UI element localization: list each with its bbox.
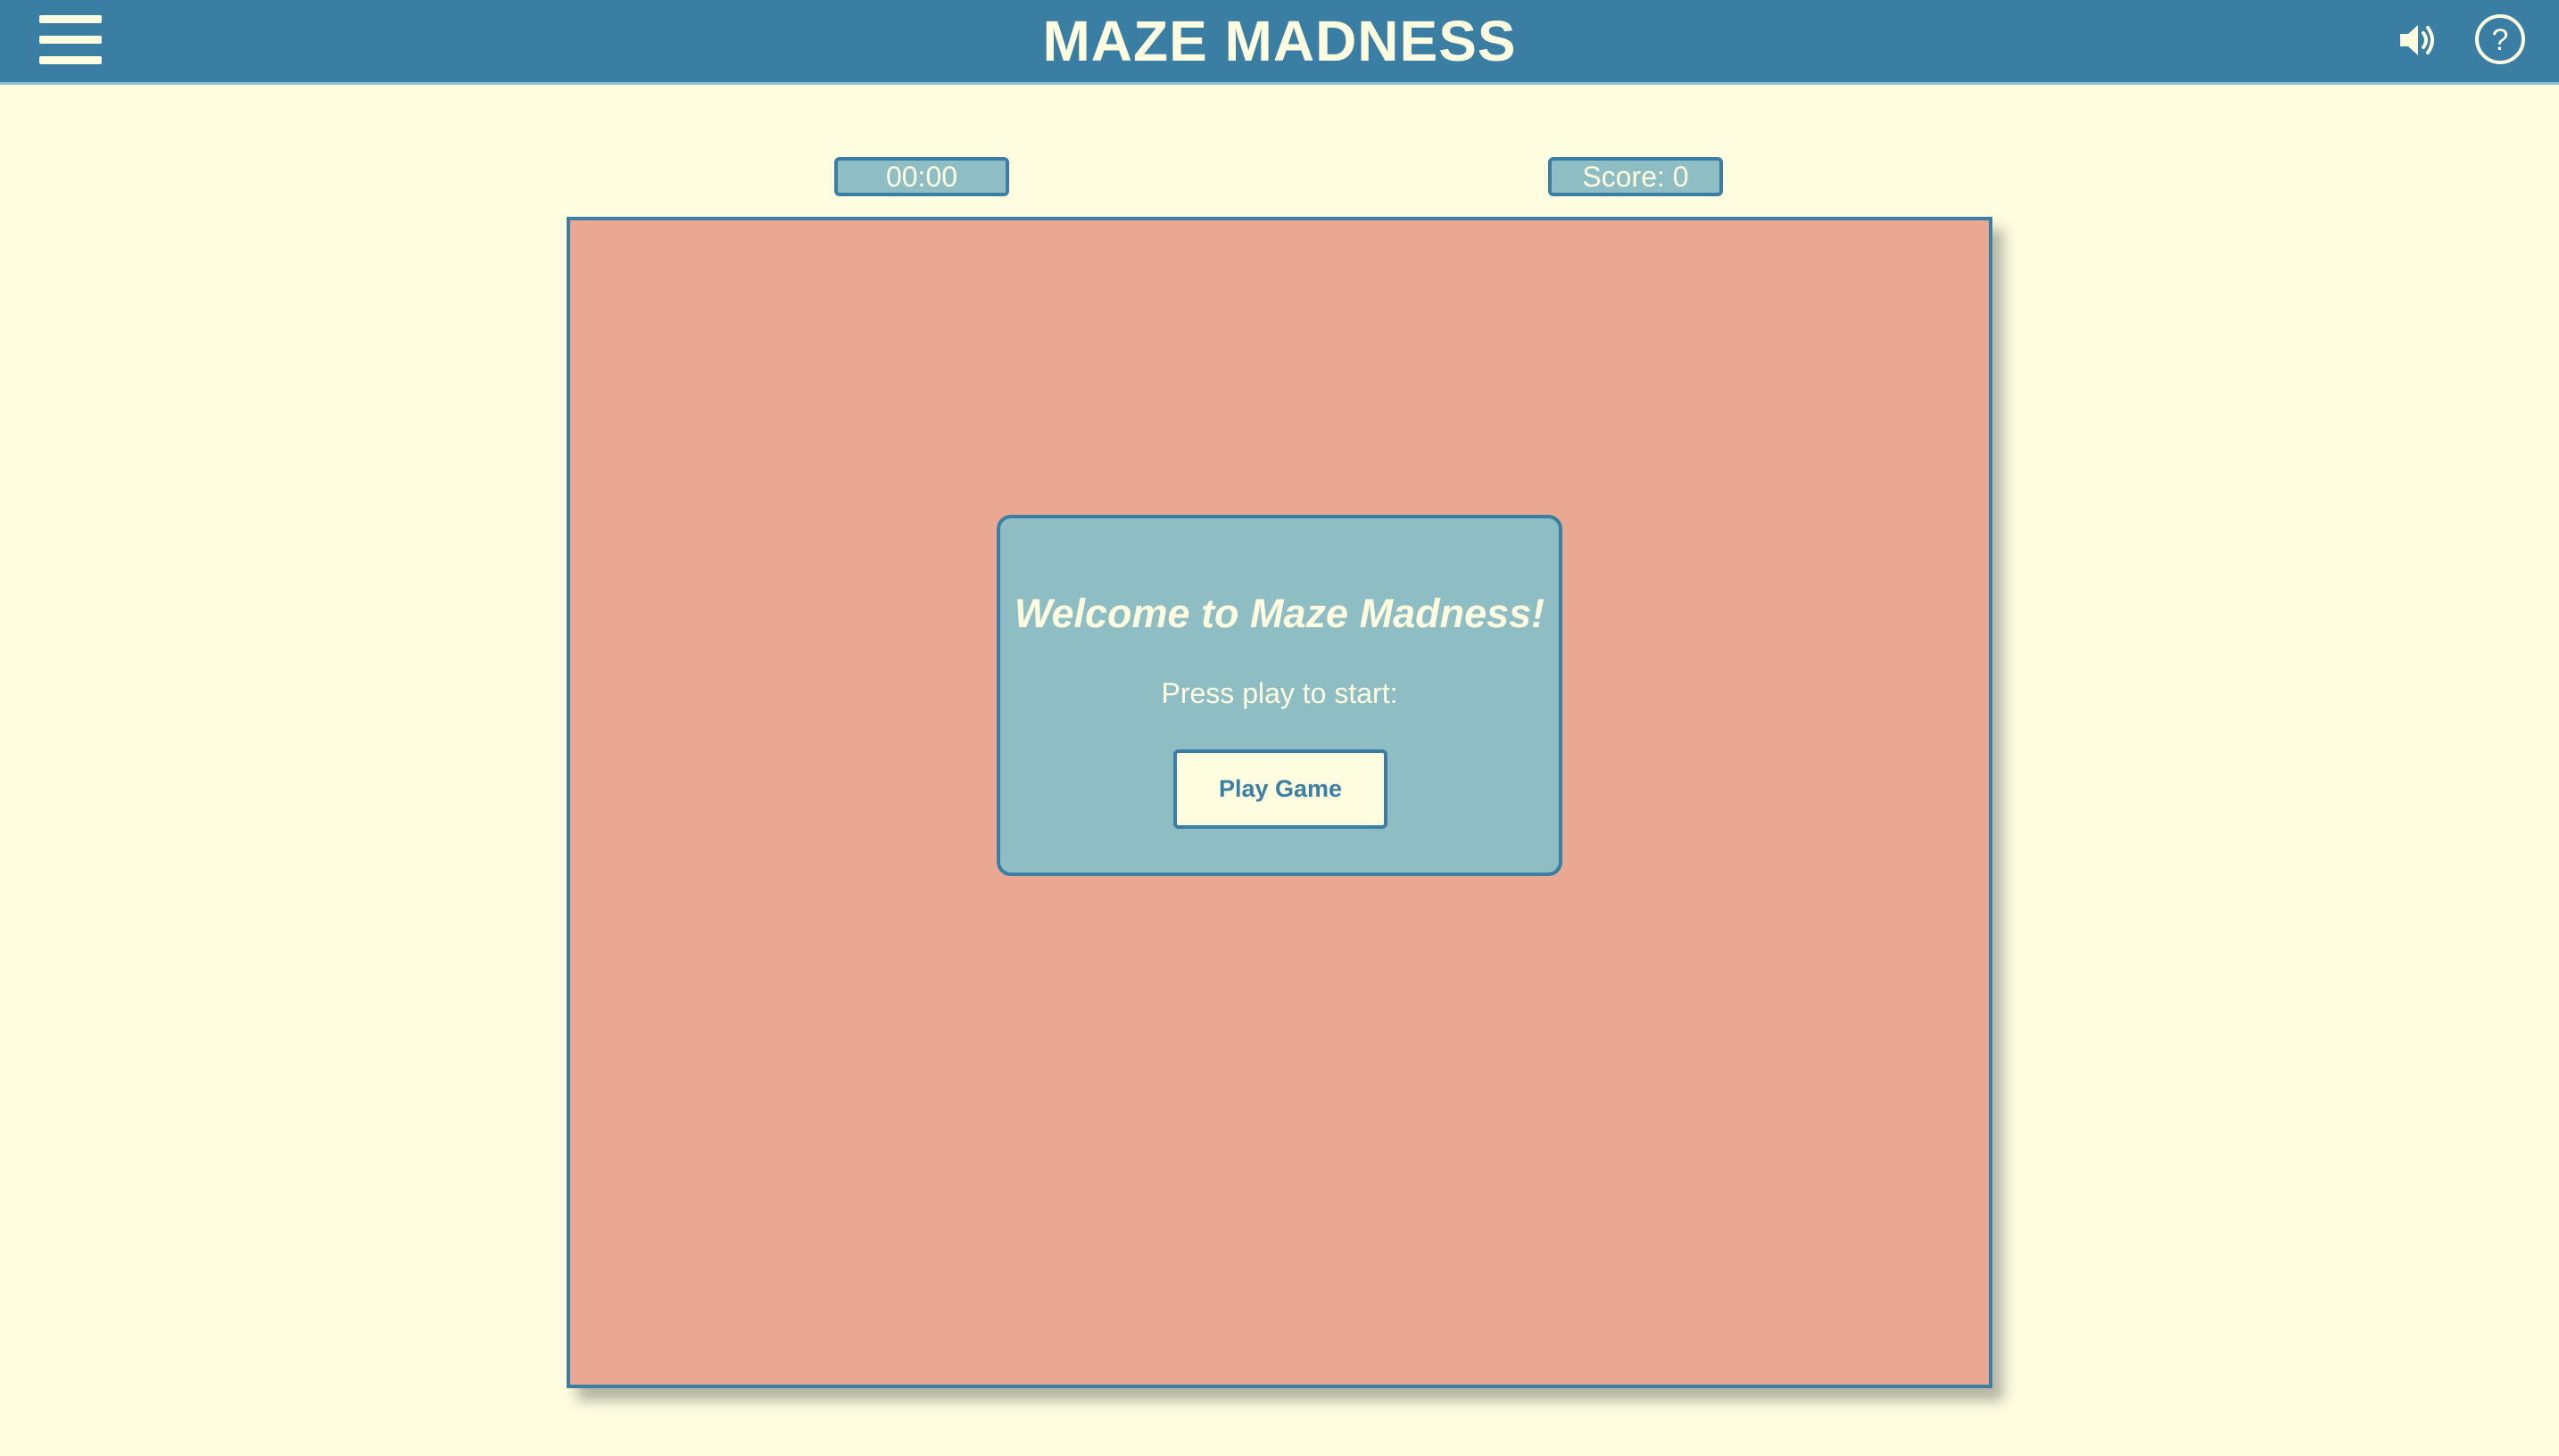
top-header-bar: MAZE MADNESS ?	[0, 0, 2559, 82]
score-display: Score: 0	[1548, 157, 1723, 196]
question-mark-circle-icon[interactable]: ?	[2474, 13, 2526, 65]
welcome-dialog: Welcome to Maze Madness! Press play to s…	[997, 515, 1562, 876]
play-game-button[interactable]: Play Game	[1173, 749, 1387, 829]
speaker-volume-icon[interactable]	[2397, 20, 2441, 61]
welcome-subtitle: Press play to start:	[1161, 677, 1398, 709]
menu-bar-middle	[39, 36, 102, 44]
game-title: MAZE MADNESS	[1042, 9, 1517, 73]
hamburger-menu-icon[interactable]	[36, 12, 105, 68]
menu-bar-bottom	[39, 56, 102, 64]
menu-bar-top	[39, 15, 102, 23]
help-glyph: ?	[2492, 23, 2509, 57]
speaker-svg	[2400, 25, 2434, 55]
help-svg: ?	[2475, 14, 2525, 64]
welcome-title: Welcome to Maze Madness!	[1014, 591, 1545, 636]
timer-display: 00:00	[834, 157, 1009, 196]
game-page: MAZE MADNESS ? 00:00 Score: 0 Welcome to…	[0, 0, 2559, 1456]
